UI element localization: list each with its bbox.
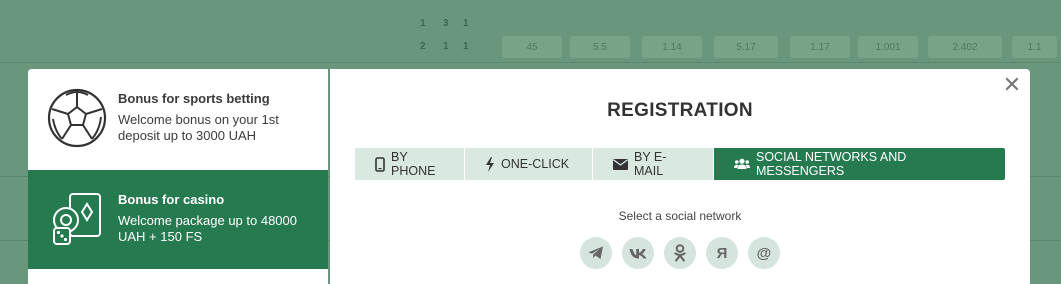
bg-score: 2 — [420, 41, 426, 52]
mail-ru-icon: @ — [756, 244, 772, 262]
social-network-list: Я @ — [580, 237, 780, 269]
vk-button[interactable] — [622, 237, 654, 269]
close-button[interactable]: ✕ — [1002, 74, 1022, 96]
soccer-ball-icon — [47, 88, 107, 148]
casino-chips-dice-icon — [53, 193, 101, 245]
bg-score: 1 — [463, 18, 469, 29]
bonus-panel: Bonus for sports betting Welcome bonus o… — [28, 69, 328, 284]
phone-icon — [375, 156, 385, 172]
bg-score: 1 — [463, 41, 469, 52]
tab-by-phone[interactable]: BY PHONE — [355, 148, 465, 180]
yandex-button[interactable]: Я — [706, 237, 738, 269]
registration-modal: ✕ REGISTRATION BY PHONE ONE-CLICK BY E-M… — [330, 69, 1030, 284]
bg-odds-cell: 1.1 — [1012, 36, 1057, 58]
bonus-description: Welcome package up to 48000 UAH + 150 FS — [118, 213, 297, 244]
bg-odds-cell: 45 — [502, 36, 562, 58]
social-caption: Select a social network — [618, 209, 742, 223]
lightning-icon — [485, 156, 495, 172]
bg-score: 1 — [443, 41, 449, 52]
bg-odds-cell: 5.5 — [570, 36, 630, 58]
telegram-icon — [588, 246, 603, 259]
bg-odds-cell: 2.402 — [928, 36, 1002, 58]
tab-label: BY PHONE — [391, 150, 436, 178]
vk-icon — [629, 248, 647, 258]
bonus-sports-betting[interactable]: Bonus for sports betting Welcome bonus o… — [28, 69, 328, 170]
bonus-description: Welcome bonus on your 1st deposit up to … — [118, 112, 279, 143]
tab-by-email[interactable]: BY E-MAIL — [593, 148, 714, 180]
tab-label: SOCIAL NETWORKS AND MESSENGERS — [756, 150, 907, 178]
mail-ru-button[interactable]: @ — [748, 237, 780, 269]
bg-odds-cell: 1.17 — [790, 36, 850, 58]
registration-tabs: BY PHONE ONE-CLICK BY E-MAIL SOCIAL NETW… — [355, 148, 1005, 180]
tab-label: ONE-CLICK — [501, 157, 570, 171]
bg-odds-cell: 1.14 — [642, 36, 702, 58]
bg-odds-cell: 5.17 — [714, 36, 778, 58]
bg-score: 1 — [420, 18, 426, 29]
tab-social-networks[interactable]: SOCIAL NETWORKS AND MESSENGERS — [714, 148, 1005, 180]
bg-divider — [0, 62, 1061, 63]
yandex-icon: Я — [716, 244, 728, 262]
bonus-title: Bonus for sports betting — [118, 91, 270, 106]
bg-odds-cell: 1.001 — [858, 36, 918, 58]
odnoklassniki-button[interactable] — [664, 237, 696, 269]
bg-score: 3 — [443, 18, 449, 29]
telegram-button[interactable] — [580, 237, 612, 269]
bonus-casino[interactable]: Bonus for casino Welcome package up to 4… — [28, 170, 328, 269]
users-icon — [734, 158, 750, 170]
odnoklassniki-icon — [674, 244, 686, 262]
bonus-title: Bonus for casino — [118, 192, 225, 207]
envelope-icon — [613, 158, 628, 170]
modal-title: REGISTRATION — [607, 100, 753, 121]
tab-one-click[interactable]: ONE-CLICK — [465, 148, 593, 180]
tab-label: BY E-MAIL — [634, 150, 667, 178]
